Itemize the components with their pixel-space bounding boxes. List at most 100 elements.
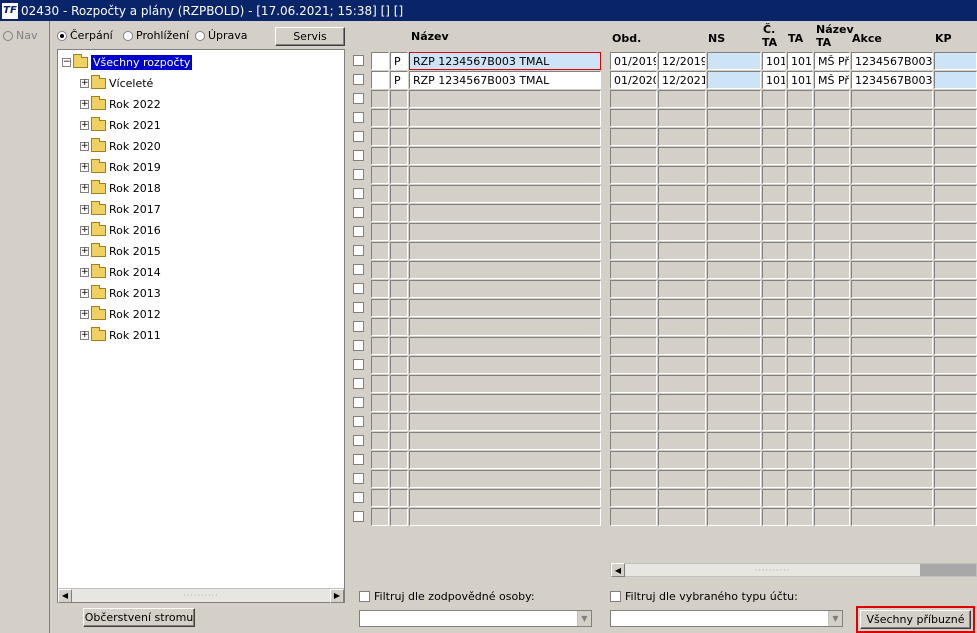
grid-cell-obd-from[interactable] — [610, 261, 657, 279]
grid-cell-flag[interactable] — [390, 185, 408, 203]
row-checkbox[interactable] — [353, 55, 364, 66]
expand-icon[interactable]: + — [80, 183, 89, 193]
grid-cell-ns[interactable] — [707, 394, 761, 412]
grid-cell-cta[interactable] — [762, 394, 786, 412]
grid-cell-ns[interactable] — [707, 261, 761, 279]
grid-cell-akce[interactable] — [851, 242, 933, 260]
grid-cell-ta[interactable] — [787, 128, 813, 146]
filter-account-type-checkbox[interactable]: Filtruj dle vybraného typu účtu: — [610, 590, 798, 603]
grid-cell-ta[interactable] — [787, 318, 813, 336]
grid-cell-obd-from[interactable] — [610, 90, 657, 108]
grid-cell-nazev[interactable] — [409, 356, 601, 374]
grid-cell-akce[interactable] — [851, 356, 933, 374]
grid-cell-flag[interactable] — [390, 489, 408, 507]
expand-icon[interactable]: + — [80, 141, 89, 151]
radio-uprava[interactable]: Úprava — [195, 29, 248, 42]
grid-cell-nazev-ta[interactable] — [814, 90, 850, 108]
grid-cell-ta[interactable] — [787, 280, 813, 298]
grid-cell-ns[interactable] — [707, 242, 761, 260]
grid-cell-nazev[interactable] — [409, 280, 601, 298]
grid-cell-obd-to[interactable] — [658, 413, 706, 431]
tree-item[interactable]: + Rok 2018 — [80, 179, 161, 196]
radio-prohlizeni[interactable]: Prohlížení — [123, 29, 189, 42]
grid-cell-flag[interactable] — [390, 128, 408, 146]
grid-cell-akce[interactable] — [851, 128, 933, 146]
grid-cell-ta[interactable] — [787, 508, 813, 526]
grid-cell-nazev[interactable] — [409, 204, 601, 222]
grid-cell-flag[interactable] — [390, 166, 408, 184]
grid-cell-nazev-ta[interactable] — [814, 242, 850, 260]
grid-cell-ta[interactable] — [787, 356, 813, 374]
grid-cell-kp[interactable] — [934, 280, 977, 298]
grid-cell-nazev[interactable] — [409, 318, 601, 336]
tree-root[interactable]: − Všechny rozpočty — [62, 53, 193, 70]
grid-cell-akce[interactable] — [851, 489, 933, 507]
grid-cell-nazev-ta[interactable] — [814, 299, 850, 317]
grid-cell-obd-to[interactable] — [658, 261, 706, 279]
grid-cell-cta[interactable] — [762, 147, 786, 165]
grid-cell-ta[interactable] — [787, 261, 813, 279]
grid-cell-kp[interactable] — [934, 356, 977, 374]
grid-cell-obd-from[interactable]: 01/2020 — [610, 71, 657, 89]
grid-cell-nazev-ta[interactable]: MŠ Pří — [814, 71, 850, 89]
grid-cell-akce[interactable] — [851, 261, 933, 279]
grid-cell-flag[interactable] — [390, 147, 408, 165]
scroll-left-icon[interactable]: ◀ — [611, 563, 625, 577]
grid-cell-cta[interactable] — [762, 242, 786, 260]
collapse-icon[interactable]: − — [62, 57, 71, 67]
grid-cell-nazev[interactable] — [409, 375, 601, 393]
grid-cell-obd-to[interactable] — [658, 451, 706, 469]
scroll-left-icon[interactable]: ◀ — [58, 588, 72, 603]
grid-cell-cta[interactable] — [762, 223, 786, 241]
grid-cell-cta[interactable] — [762, 261, 786, 279]
grid-cell-obd-to[interactable] — [658, 109, 706, 127]
filter-responsible-checkbox[interactable]: Filtruj dle zodpovědné osoby: — [359, 590, 535, 603]
grid-cell-ns[interactable] — [707, 356, 761, 374]
grid-cell-obd-from[interactable] — [610, 508, 657, 526]
grid-cell-nazev-ta[interactable] — [814, 394, 850, 412]
grid-cell-kp[interactable] — [934, 109, 977, 127]
grid-cell-obd-to[interactable] — [658, 147, 706, 165]
grid-cell-nazev-ta[interactable] — [814, 470, 850, 488]
grid-cell-ns[interactable] — [707, 166, 761, 184]
grid-cell-kp[interactable] — [934, 508, 977, 526]
expand-icon[interactable]: + — [80, 330, 89, 340]
grid-cell-ns[interactable] — [707, 508, 761, 526]
grid-cell-obd-to[interactable] — [658, 508, 706, 526]
grid-cell-flag[interactable] — [390, 337, 408, 355]
grid-cell-nazev-ta[interactable] — [814, 432, 850, 450]
grid-cell-akce[interactable] — [851, 451, 933, 469]
grid-cell-nazev-ta[interactable] — [814, 337, 850, 355]
grid-cell-obd-to[interactable] — [658, 223, 706, 241]
grid-cell-obd-from[interactable] — [610, 280, 657, 298]
grid-cell-ns[interactable] — [707, 280, 761, 298]
radio-cerpani[interactable]: Čerpání — [57, 29, 113, 42]
grid-cell-flag[interactable] — [390, 318, 408, 336]
grid-cell-ns[interactable] — [707, 109, 761, 127]
grid-cell-kp[interactable] — [934, 185, 977, 203]
expand-icon[interactable]: + — [80, 288, 89, 298]
grid-cell-nazev-ta[interactable] — [814, 128, 850, 146]
grid-cell-ta[interactable]: 101 — [787, 71, 813, 89]
grid-cell-cta[interactable]: 101 — [762, 71, 786, 89]
grid-cell-kp[interactable] — [934, 52, 977, 70]
grid-cell-obd-to[interactable] — [658, 337, 706, 355]
account-type-select[interactable]: ▼ — [610, 610, 843, 627]
grid-cell-flag[interactable] — [390, 432, 408, 450]
row-checkbox[interactable] — [353, 74, 364, 85]
grid-cell-nazev-ta[interactable] — [814, 261, 850, 279]
grid-cell-nazev-ta[interactable] — [814, 204, 850, 222]
grid-cell-cta[interactable] — [762, 185, 786, 203]
grid-cell-flag[interactable] — [390, 470, 408, 488]
grid-cell-kp[interactable] — [934, 489, 977, 507]
grid-cell-nazev-ta[interactable] — [814, 318, 850, 336]
grid-cell-ns[interactable] — [707, 147, 761, 165]
row-checkbox[interactable] — [353, 245, 364, 256]
grid-cell-nazev-ta[interactable] — [814, 147, 850, 165]
expand-icon[interactable]: + — [80, 246, 89, 256]
grid-cell-nazev[interactable] — [409, 489, 601, 507]
grid-cell-obd-from[interactable] — [610, 166, 657, 184]
grid-cell-flag[interactable] — [390, 90, 408, 108]
grid-cell-kp[interactable] — [934, 147, 977, 165]
grid-cell-ns[interactable] — [707, 337, 761, 355]
